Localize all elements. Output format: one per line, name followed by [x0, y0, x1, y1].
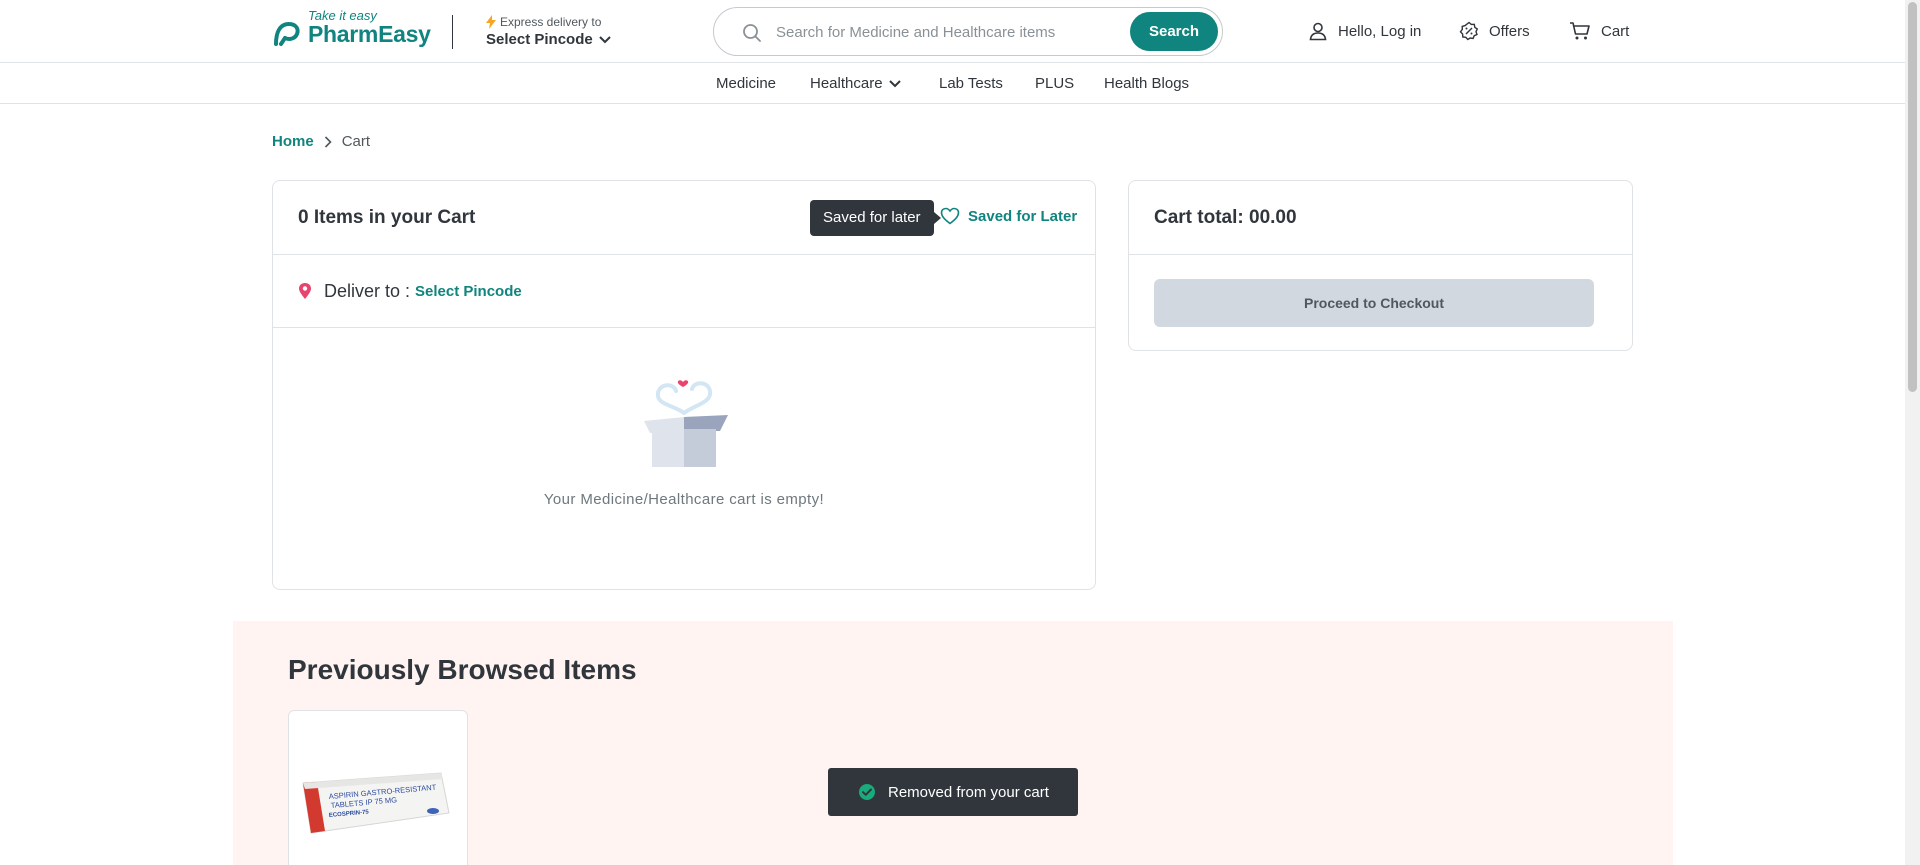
select-pincode-dropdown[interactable]: Select Pincode — [486, 31, 611, 48]
chevron-right-icon — [324, 135, 332, 148]
category-nav: Medicine Healthcare Lab Tests PLUS Healt… — [0, 64, 1905, 104]
product-card[interactable]: ASPIRIN GASTRO-RESISTANT TABLETS IP 75 M… — [288, 710, 468, 865]
aspirin-product-image: ASPIRIN GASTRO-RESISTANT TABLETS IP 75 M… — [302, 772, 450, 834]
cart-label: Cart — [1601, 22, 1630, 40]
previously-browsed-title: Previously Browsed Items — [288, 654, 637, 685]
login-label: Hello, Log in — [1338, 22, 1422, 40]
login-link[interactable]: Hello, Log in — [1308, 21, 1421, 41]
express-delivery: Express delivery to — [486, 15, 601, 29]
nav-healthcare[interactable]: Healthcare — [810, 75, 901, 92]
proceed-to-checkout-button[interactable]: Proceed to Checkout — [1154, 279, 1594, 327]
search-input[interactable] — [776, 20, 1106, 44]
deliver-to-label: Deliver to : — [324, 281, 411, 301]
saved-for-later-button[interactable]: Saved for Later — [940, 207, 1077, 225]
saved-for-later-label: Saved for Later — [968, 207, 1078, 225]
chevron-down-icon — [599, 35, 611, 43]
heart-icon — [940, 207, 960, 225]
deliver-to-row: Deliver to : Select Pincode — [273, 255, 1095, 328]
empty-cart-message: Your Medicine/Healthcare cart is empty! — [543, 491, 825, 508]
pharmeasy-logo[interactable]: Take it easy PharmEasy — [272, 8, 432, 52]
logo-mark-icon — [274, 21, 300, 46]
nav-medicine[interactable]: Medicine — [716, 75, 776, 92]
location-pin-icon — [299, 283, 311, 299]
cart-panel: 0 Items in your Cart Saved for later Sav… — [272, 180, 1096, 590]
cart-summary-panel: Cart total: 00.00 Proceed to Checkout — [1128, 180, 1633, 351]
lightning-icon — [486, 15, 496, 29]
check-circle-icon — [859, 784, 875, 800]
select-pincode-label: Select Pincode — [486, 31, 593, 48]
cart-header: 0 Items in your Cart Saved for later Sav… — [273, 181, 1095, 255]
cart-link[interactable]: Cart — [1569, 21, 1629, 41]
offers-link[interactable]: Offers — [1459, 21, 1530, 41]
deliver-select-pincode[interactable]: Select Pincode — [415, 283, 522, 300]
search-button[interactable]: Search — [1130, 12, 1218, 51]
cart-total: Cart total: 00.00 — [1154, 207, 1297, 228]
empty-cart-box-icon — [644, 380, 728, 467]
offers-label: Offers — [1489, 22, 1530, 40]
express-delivery-label: Express delivery to — [500, 15, 602, 29]
breadcrumb: Home Cart — [272, 133, 370, 150]
offer-badge-icon — [1459, 21, 1479, 41]
nav-healthcare-label: Healthcare — [810, 75, 883, 92]
cart-icon — [1570, 22, 1590, 40]
toast-message: Removed from your cart — [888, 783, 1049, 801]
removed-toast: Removed from your cart — [828, 768, 1078, 816]
nav-lab-tests[interactable]: Lab Tests — [939, 75, 1003, 92]
search-bar: Search — [713, 7, 1223, 56]
site-header: Take it easy PharmEasy Express delivery … — [0, 0, 1905, 63]
cart-summary-header: Cart total: 00.00 — [1129, 181, 1632, 255]
search-icon — [743, 24, 761, 42]
previously-browsed-section: Previously Browsed Items ASPIRIN GASTRO-… — [233, 621, 1673, 865]
cart-item-count: 0 Items in your Cart — [298, 207, 476, 228]
page-scrollbar[interactable] — [1905, 0, 1920, 865]
logo-brand: PharmEasy — [308, 21, 431, 47]
saved-for-later-tooltip: Saved for later — [810, 200, 941, 236]
breadcrumb-home[interactable]: Home — [272, 133, 314, 150]
scrollbar-thumb[interactable] — [1908, 2, 1917, 392]
nav-plus[interactable]: PLUS — [1035, 75, 1074, 92]
user-icon — [1309, 22, 1327, 41]
header-divider — [452, 15, 453, 49]
nav-health-blogs[interactable]: Health Blogs — [1104, 75, 1189, 92]
chevron-down-icon — [888, 79, 901, 87]
breadcrumb-current: Cart — [341, 133, 371, 150]
